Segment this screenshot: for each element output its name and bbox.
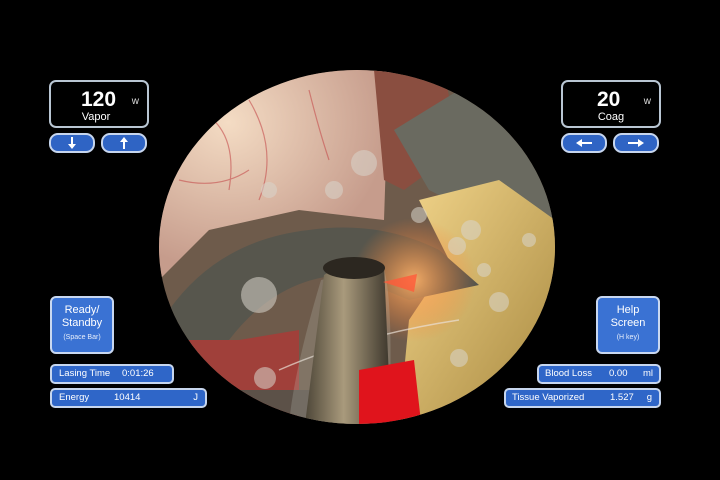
energy-stat: Energy 10414 J	[50, 388, 207, 408]
ready-standby-button[interactable]: Ready/ Standby (Space Bar)	[50, 296, 114, 354]
tissue-vaporized-stat: Tissue Vaporized 1.527 g	[504, 388, 661, 408]
tissue-vaporized-unit: g	[646, 392, 652, 403]
coag-mode-label: Coag	[597, 111, 625, 123]
coag-power-value: 20	[597, 88, 621, 111]
arrow-up-icon	[120, 137, 128, 149]
vapor-power-unit: w	[131, 96, 139, 107]
energy-value: 10414	[114, 392, 141, 403]
energy-label: Energy	[59, 392, 90, 403]
blood-loss-stat: Blood Loss 0.00 ml	[537, 364, 661, 384]
tissue-vaporized-label: Tissue Vaporized	[512, 392, 585, 403]
lasing-time-label: Lasing Time	[59, 368, 111, 379]
coag-power-display: 20 w Coag	[561, 80, 661, 128]
coag-decrease-button[interactable]	[561, 133, 607, 153]
vapor-decrease-button[interactable]	[49, 133, 95, 153]
vapor-power-value: 120	[81, 88, 117, 111]
help-screen-label: Help Screen	[610, 304, 646, 329]
coag-power-unit: w	[643, 96, 651, 107]
arrow-down-icon	[68, 137, 76, 149]
endoscope-view	[159, 70, 555, 424]
coag-increase-button[interactable]	[613, 133, 659, 153]
blood-loss-value: 0.00	[609, 368, 628, 379]
vapor-increase-button[interactable]	[101, 133, 147, 153]
lasing-time-stat: Lasing Time 0:01:26	[50, 364, 174, 384]
help-screen-button[interactable]: Help Screen (H key)	[596, 296, 660, 354]
ready-standby-hint: (Space Bar)	[63, 334, 101, 341]
lasing-time-value: 0:01:26	[122, 368, 154, 379]
ready-standby-label: Ready/ Standby	[61, 304, 103, 329]
arrow-right-icon	[628, 139, 644, 147]
help-screen-hint: (H key)	[616, 334, 640, 341]
vapor-power-display: 120 w Vapor	[49, 80, 149, 128]
blood-loss-label: Blood Loss	[545, 368, 593, 379]
tissue-vaporized-value: 1.527	[610, 392, 634, 403]
vapor-mode-label: Vapor	[81, 111, 111, 123]
energy-unit: J	[193, 392, 198, 403]
arrow-left-icon	[576, 139, 592, 147]
blood-loss-unit: ml	[642, 368, 653, 379]
